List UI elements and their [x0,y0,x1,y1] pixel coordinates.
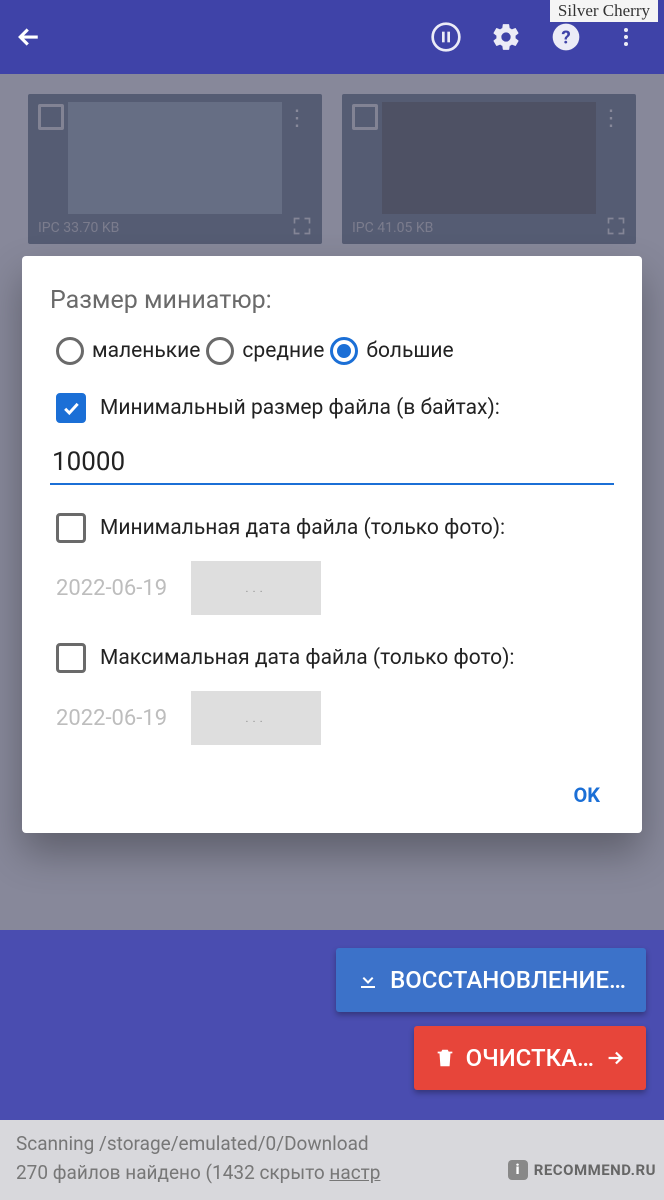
min-date-value: 2022-06-19 [56,576,167,601]
dialog-title: Размер миниатюр: [50,286,614,315]
min-size-label: Минимальный размер файла (в байтах): [100,396,500,420]
trash-icon [434,1047,456,1069]
min-size-input[interactable] [50,441,614,485]
restore-label: ВОССТАНОВЛЕНИЕ… [390,966,626,994]
bottom-action-bar: ВОССТАНОВЛЕНИЕ… ОЧИСТКА… [0,930,664,1120]
min-date-label: Минимальная дата файла (только фото): [100,516,505,540]
pause-icon[interactable] [422,13,470,61]
max-date-row: Максимальная дата файла (только фото): [50,643,614,673]
max-date-label: Максимальная дата файла (только фото): [100,646,514,670]
restore-button[interactable]: ВОССТАНОВЛЕНИЕ… [336,948,646,1012]
svg-text:?: ? [561,27,570,49]
ok-button[interactable]: OK [559,773,614,817]
radio-small[interactable]: маленькие [56,337,200,365]
radio-medium-label: средние [242,339,324,363]
max-date-picker-button[interactable]: ... [191,691,321,745]
min-size-row: Минимальный размер файла (в байтах): [50,393,614,423]
back-button[interactable] [14,22,44,52]
thumb-size-radios: маленькие средние большие [50,337,614,365]
watermark-bottom: i RECOMMEND.RU [508,1160,656,1180]
radio-large-label: большие [366,339,453,363]
clear-button[interactable]: ОЧИСТКА… [414,1026,646,1090]
max-date-value: 2022-06-19 [56,706,167,731]
status-line-1: Scanning /storage/emulated/0/Download [16,1130,648,1159]
settings-dialog: Размер миниатюр: маленькие средние больш… [22,256,642,833]
radio-small-label: маленькие [92,339,200,363]
radio-medium[interactable]: средние [206,337,324,365]
watermark-top: Silver Cherry [550,0,658,22]
min-date-checkbox[interactable] [56,513,86,543]
min-size-checkbox[interactable] [56,393,86,423]
radio-large[interactable]: большие [330,337,453,365]
gear-icon[interactable] [482,13,530,61]
min-date-picker-button[interactable]: ... [191,561,321,615]
download-icon [356,968,380,992]
min-date-row: Минимальная дата файла (только фото): [50,513,614,543]
arrow-right-icon [604,1047,626,1069]
clear-label: ОЧИСТКА… [466,1044,594,1072]
settings-link[interactable]: настр [329,1161,380,1184]
max-date-checkbox[interactable] [56,643,86,673]
